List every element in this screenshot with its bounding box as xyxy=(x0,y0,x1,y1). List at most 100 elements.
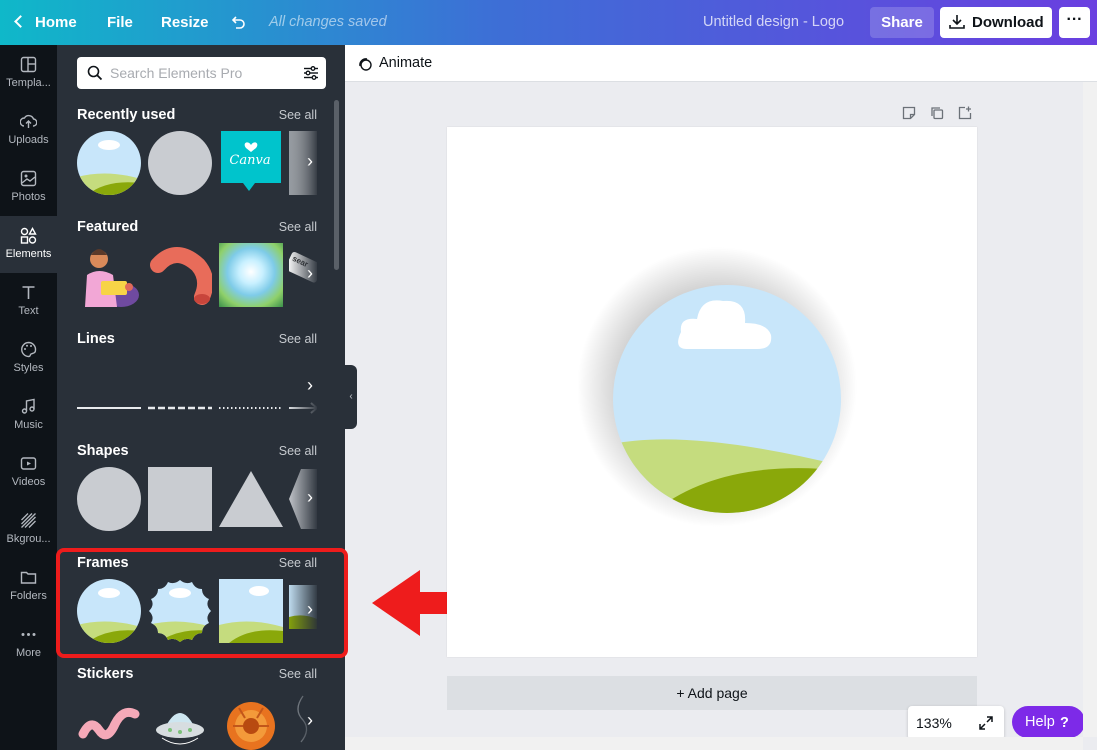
add-page-button[interactable]: + Add page xyxy=(447,676,977,710)
download-label: Download xyxy=(972,14,1044,31)
page-notes-icon[interactable] xyxy=(902,106,916,120)
more-options-button[interactable]: ··· xyxy=(1059,7,1090,38)
see-all-link[interactable]: See all xyxy=(279,667,317,681)
templates-icon xyxy=(20,56,37,73)
background-icon xyxy=(21,513,36,528)
folder-icon xyxy=(20,571,37,584)
rail-label: Uploads xyxy=(8,134,49,146)
featured-illustration-person[interactable] xyxy=(77,243,141,307)
rail-label: Music xyxy=(14,419,43,431)
section-featured: Featured See all sear › xyxy=(77,219,319,319)
upload-icon xyxy=(20,114,37,128)
duplicate-page-icon[interactable] xyxy=(930,106,944,120)
section-title: Stickers xyxy=(77,666,134,682)
rail-item-text[interactable]: Text xyxy=(0,273,57,330)
more-dots-icon xyxy=(21,633,36,636)
section-recently-used: Recently used See all Canva › xyxy=(77,107,319,207)
help-label: Help xyxy=(1025,714,1055,730)
rail-item-photos[interactable]: Photos xyxy=(0,159,57,216)
chevron-left-icon xyxy=(14,15,27,28)
add-new-page-icon[interactable] xyxy=(958,106,972,120)
design-canvas[interactable] xyxy=(447,127,977,657)
editor-toolbar: Animate xyxy=(345,45,1097,82)
featured-3d-tube[interactable] xyxy=(148,243,212,307)
rail-item-templates[interactable]: Templa... xyxy=(0,45,57,102)
line-solid[interactable] xyxy=(77,355,141,419)
left-nav-rail: Templa... Uploads Photos Elements Text S… xyxy=(0,45,57,750)
rail-item-styles[interactable]: Styles xyxy=(0,330,57,387)
zoom-control: 133% xyxy=(908,706,1004,740)
section-title: Lines xyxy=(77,331,115,347)
animate-icon xyxy=(359,58,372,71)
rail-item-elements[interactable]: Elements xyxy=(0,216,57,273)
file-menu[interactable]: File xyxy=(107,0,133,45)
horizontal-scrollbar[interactable] xyxy=(345,737,1083,750)
frames-highlight-box xyxy=(56,548,348,658)
recent-grey-circle[interactable] xyxy=(148,131,212,195)
section-title: Recently used xyxy=(77,107,176,123)
rail-label: Styles xyxy=(13,362,44,374)
music-icon xyxy=(21,398,35,414)
share-button[interactable]: Share xyxy=(870,7,934,38)
shape-square[interactable] xyxy=(148,467,212,531)
sticker-pink-squiggle[interactable] xyxy=(77,690,141,750)
undo-icon xyxy=(231,16,245,29)
chevron-right-icon[interactable]: › xyxy=(307,373,319,397)
sticker-orange-flower[interactable] xyxy=(219,690,283,750)
rail-item-folders[interactable]: Folders xyxy=(0,558,57,615)
download-button[interactable]: Download xyxy=(940,7,1052,38)
undo-button[interactable] xyxy=(230,0,246,45)
recent-circle-frame[interactable] xyxy=(77,131,141,195)
see-all-link[interactable]: See all xyxy=(279,108,317,122)
rail-item-background[interactable]: Bkgrou... xyxy=(0,501,57,558)
shape-circle[interactable] xyxy=(77,467,141,531)
rail-item-music[interactable]: Music xyxy=(0,387,57,444)
rail-item-videos[interactable]: Videos xyxy=(0,444,57,501)
collapse-panel-button[interactable]: ‹ xyxy=(345,365,357,429)
rail-label: Folders xyxy=(10,590,47,602)
rail-label: More xyxy=(15,647,42,659)
panel-scrollbar[interactable] xyxy=(334,100,339,270)
vertical-scrollbar[interactable] xyxy=(1083,82,1097,737)
help-button[interactable]: Help ? xyxy=(1012,706,1085,738)
see-all-link[interactable]: See all xyxy=(279,444,317,458)
home-label: Home xyxy=(35,14,77,31)
section-lines: Lines See all › xyxy=(77,331,319,431)
rail-label: Elements xyxy=(5,248,52,260)
save-status: All changes saved xyxy=(269,14,387,30)
line-dashed[interactable] xyxy=(148,355,212,419)
line-dotted[interactable] xyxy=(219,355,283,419)
expand-icon[interactable] xyxy=(978,715,994,731)
search-input[interactable] xyxy=(110,63,290,83)
home-button[interactable]: Home xyxy=(14,0,77,45)
recent-canva-sticker[interactable]: Canva xyxy=(219,131,283,197)
resize-button[interactable]: Resize xyxy=(161,0,209,45)
filter-icon[interactable] xyxy=(303,65,319,81)
rail-item-more[interactable]: More xyxy=(0,615,57,672)
shape-triangle[interactable] xyxy=(219,467,283,531)
question-icon: ? xyxy=(1060,715,1069,731)
shapes-icon xyxy=(20,227,37,244)
search-box[interactable] xyxy=(77,57,326,89)
section-shapes: Shapes See all › xyxy=(77,443,319,543)
section-stickers: Stickers See all › xyxy=(77,666,319,750)
rail-label: Text xyxy=(18,305,39,317)
text-icon xyxy=(22,286,35,299)
see-all-link[interactable]: See all xyxy=(279,332,317,346)
see-all-link[interactable]: See all xyxy=(279,220,317,234)
featured-gradient-photo[interactable] xyxy=(219,243,283,307)
design-title[interactable]: Untitled design - Logo xyxy=(703,0,844,45)
zoom-level[interactable]: 133% xyxy=(916,706,952,740)
rail-label: Templa... xyxy=(6,77,51,89)
chevron-right-icon[interactable]: › xyxy=(307,149,319,173)
chevron-right-icon[interactable]: › xyxy=(307,485,319,509)
chevron-right-icon[interactable]: › xyxy=(307,261,319,285)
sticker-ufo[interactable] xyxy=(148,690,212,750)
top-bar: Home File Resize All changes saved Untit… xyxy=(0,0,1097,45)
chevron-right-icon[interactable]: › xyxy=(307,708,319,732)
rail-item-uploads[interactable]: Uploads xyxy=(0,102,57,159)
download-icon xyxy=(949,15,965,29)
rail-label: Photos xyxy=(11,191,46,203)
circle-frame-image[interactable] xyxy=(447,127,977,657)
canva-sticker-text: Canva xyxy=(229,153,271,168)
